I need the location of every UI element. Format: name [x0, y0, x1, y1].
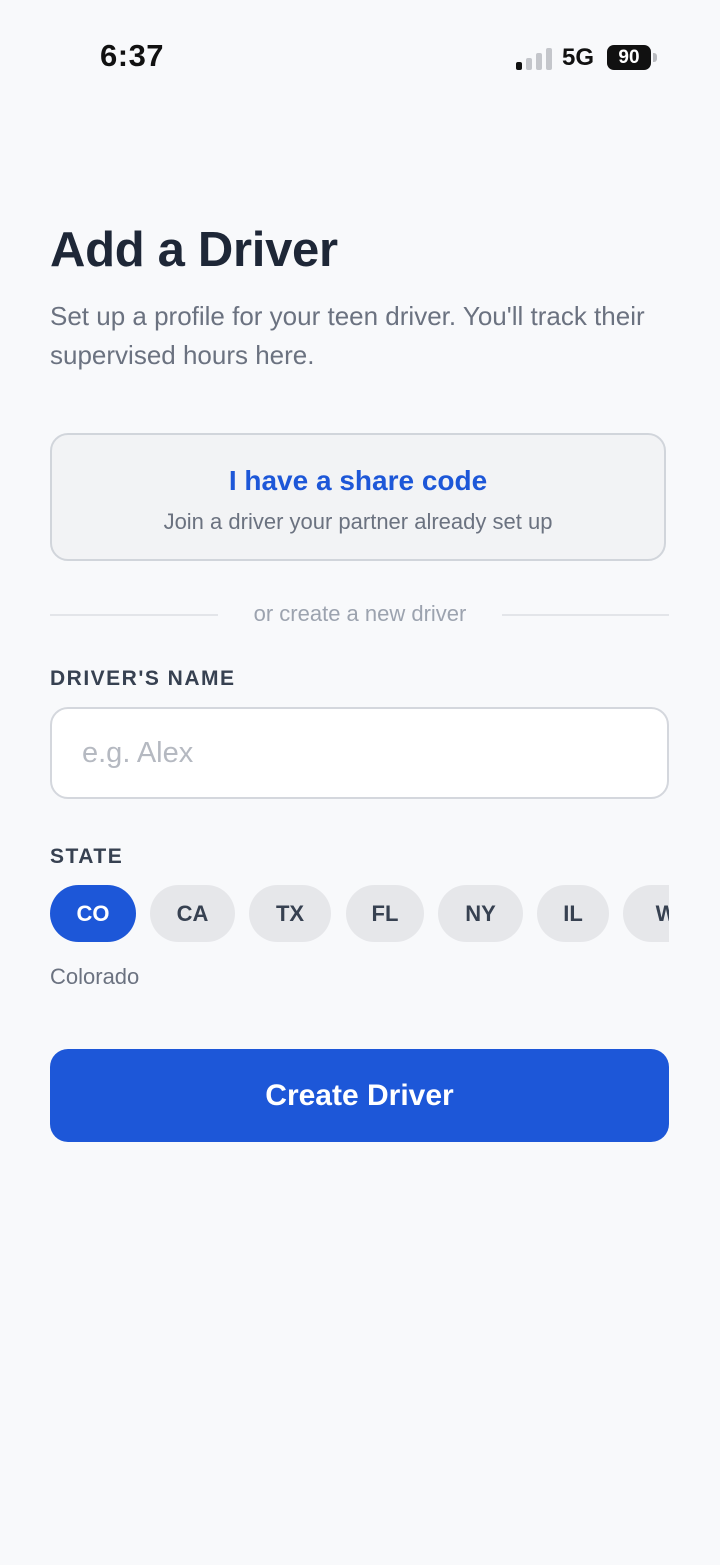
divider-line-left	[50, 614, 218, 616]
signal-bar	[516, 62, 522, 70]
state-chip-fl[interactable]: FL	[346, 885, 424, 942]
share-code-subtitle: Join a driver your partner already set u…	[163, 509, 553, 534]
state-label: STATE	[50, 845, 124, 868]
page-title: Add a Driver	[50, 223, 338, 277]
battery-icon: 90	[607, 45, 651, 70]
share-code-title: I have a share code	[228, 465, 488, 496]
status-time: 6:37	[100, 38, 165, 73]
state-chip-tx[interactable]: TX	[249, 885, 331, 942]
share-code-button[interactable]: I have a share code Join a driver your p…	[50, 433, 666, 561]
state-chip-row[interactable]: CO CA TX FL NY IL W	[50, 885, 669, 942]
divider-text: or create a new driver	[253, 601, 467, 626]
signal-bar	[526, 58, 532, 70]
state-chip-w[interactable]: W	[623, 885, 669, 942]
state-chip-il[interactable]: IL	[537, 885, 609, 942]
status-bar: 6:37 5G 90	[0, 0, 720, 110]
signal-bar	[546, 48, 552, 70]
driver-name-input[interactable]	[50, 707, 669, 799]
signal-bar	[536, 53, 542, 70]
selected-state-name: Colorado	[50, 964, 140, 989]
page-subtitle: Set up a profile for your teen driver. Y…	[50, 301, 645, 370]
network-type: 5G	[562, 44, 595, 71]
divider-line-right	[502, 614, 669, 616]
state-chip-co[interactable]: CO	[50, 885, 136, 942]
driver-name-label: DRIVER'S NAME	[50, 667, 236, 690]
battery-tip	[653, 53, 657, 62]
state-chip-ny[interactable]: NY	[438, 885, 523, 942]
cellular-signal-icon	[516, 48, 552, 70]
create-driver-button[interactable]: Create Driver	[50, 1049, 669, 1142]
state-chip-ca[interactable]: CA	[150, 885, 235, 942]
